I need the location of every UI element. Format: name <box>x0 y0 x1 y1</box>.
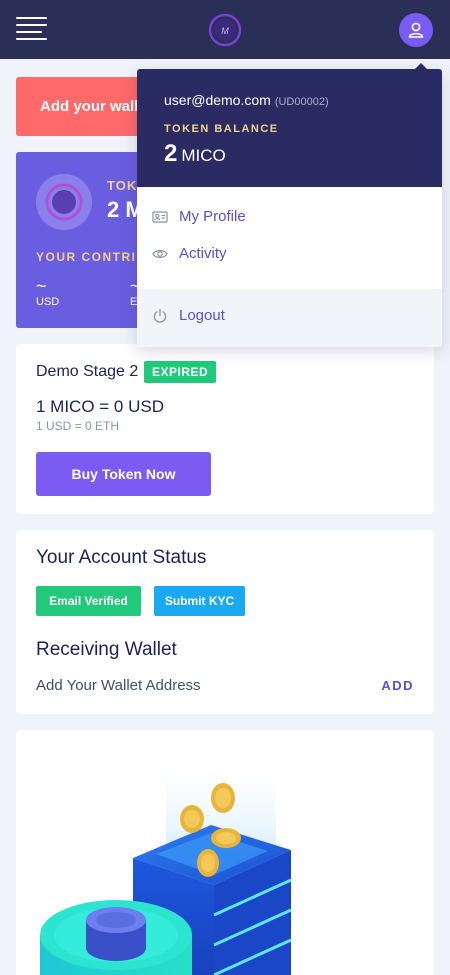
dropdown-balance: 2 MICO <box>164 140 226 168</box>
token-rate-sub: 1 USD = 0 ETH <box>36 419 120 433</box>
token-stage-card: Demo Stage 2 EXPIRED 1 MICO = 0 USD 1 US… <box>16 344 434 514</box>
logo-icon[interactable]: M <box>208 13 242 47</box>
logout-label: Logout <box>179 307 225 324</box>
expired-badge: EXPIRED <box>144 361 217 383</box>
user-menu-button[interactable] <box>399 13 433 47</box>
wallet-address-text: Add Your Wallet Address <box>36 677 201 694</box>
id-card-icon <box>152 211 168 223</box>
dropdown-header: user@demo.com (UD00002) TOKEN BALANCE 2 MI… <box>137 69 442 187</box>
account-status-title: Your Account Status <box>36 547 207 568</box>
dropdown-balance-label: TOKEN BALANCE <box>164 123 279 135</box>
top-navbar: M <box>0 0 450 59</box>
email-verified-button[interactable]: Email Verified <box>36 586 141 616</box>
logout-section: Logout <box>137 289 442 347</box>
user-email-line: user@demo.com (UD00002) <box>164 92 329 108</box>
illustration-card <box>16 730 434 975</box>
menu-item-logout[interactable]: Logout <box>137 299 442 333</box>
hamburger-icon[interactable] <box>16 17 47 41</box>
user-icon <box>408 22 424 38</box>
eye-icon <box>152 250 168 258</box>
contribution-usd-unit: USD <box>36 296 60 308</box>
token-rate: 1 MICO = 0 USD <box>36 397 165 416</box>
add-wallet-link[interactable]: ADD <box>381 678 414 693</box>
menu-item-label: Activity <box>179 245 227 262</box>
buy-token-button[interactable]: Buy Token Now <box>36 452 211 496</box>
submit-kyc-button[interactable]: Submit KYC <box>154 586 245 616</box>
user-id: (UD00002) <box>274 96 329 108</box>
account-status-card: Your Account Status Email Verified Submi… <box>16 530 434 714</box>
dropdown-balance-amount: 2 <box>164 140 178 167</box>
dropdown-balance-unit: MICO <box>181 146 226 165</box>
menu-item-label: My Profile <box>179 208 246 225</box>
contribution-usd-value: ~ <box>36 276 47 296</box>
user-email: user@demo.com <box>164 92 271 108</box>
receiving-wallet-title: Receiving Wallet <box>36 639 177 660</box>
power-icon <box>153 308 167 323</box>
menu-item-my-profile[interactable]: My Profile <box>137 200 442 234</box>
stage-title: Demo Stage 2 <box>36 363 139 380</box>
menu-item-activity[interactable]: Activity <box>137 237 442 271</box>
user-dropdown-menu: user@demo.com (UD00002) TOKEN BALANCE 2 MI… <box>137 63 442 347</box>
token-logo-icon <box>36 174 92 230</box>
add-wallet-label: Add your wallet <box>40 98 152 115</box>
svg-text:M: M <box>221 26 229 36</box>
crypto-illustration <box>40 770 292 975</box>
